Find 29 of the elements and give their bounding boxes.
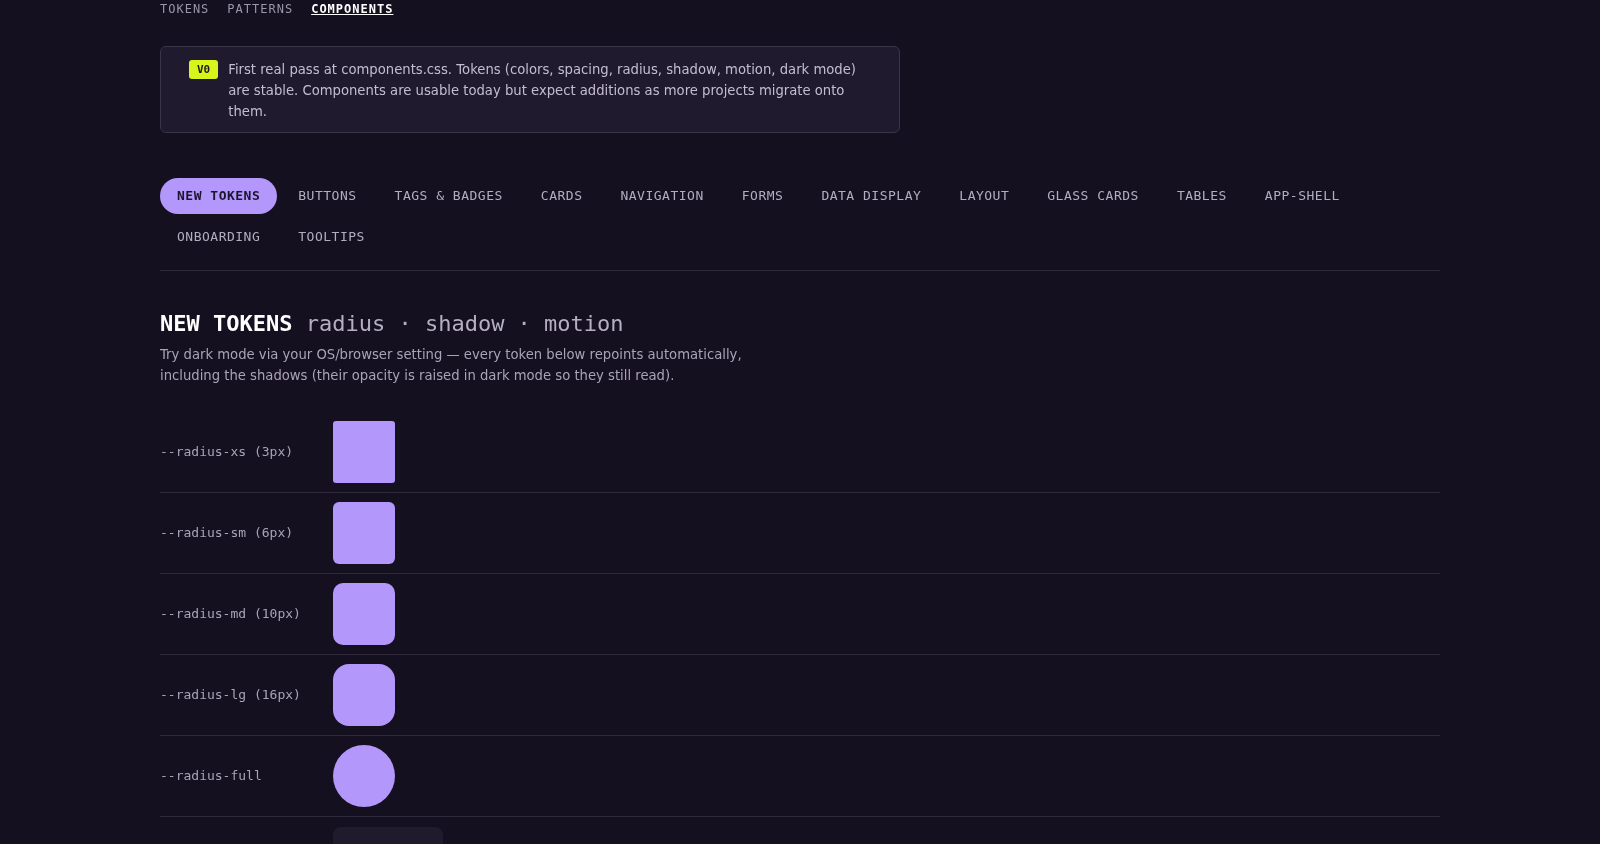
radius-swatch (333, 502, 395, 564)
tab[interactable]: TOOLTIPS (281, 218, 382, 254)
tab[interactable]: NEW TOKENS (160, 178, 278, 214)
tab[interactable]: CARDS (523, 178, 600, 214)
section-description: Try dark mode via your OS/browser setting — every token below repoints automatically, including the shadows (their opacity is raised in dark mode so they still read). (160, 346, 743, 385)
tab[interactable]: LAYOUT (942, 178, 1027, 214)
radius-swatch (333, 664, 395, 726)
nav-link-item[interactable]: COMPONENTS (311, 2, 394, 18)
token-label: --radius-xs (3px) (160, 443, 295, 462)
token-label: --radius-md (10px) (160, 605, 302, 624)
notice-text: First real pass at components.css. Tokens (colors, spacing, radius, shadow, motion, dark mode) are stable. Components are usable today but expect additions as more projects migrate onto them. (228, 61, 857, 121)
tab[interactable]: DATA DISPLAY (804, 178, 939, 214)
radius-swatch (333, 421, 395, 483)
token-label: --radius-full (160, 767, 263, 786)
tab[interactable]: TABLES (1159, 178, 1244, 214)
version-badge: V0 (189, 60, 219, 79)
tab[interactable]: BUTTONS (281, 178, 374, 214)
nav-link-item[interactable]: TOKENS (160, 2, 210, 18)
nav-link-item[interactable]: PATTERNS (227, 2, 294, 18)
tab[interactable]: ONBOARDING (160, 218, 278, 254)
tab[interactable]: FORMS (724, 178, 801, 214)
radius-swatch (333, 583, 395, 645)
token-label: --radius-sm (6px) (160, 524, 295, 543)
section-heading: NEW TOKENS radius · shadow · motion (160, 310, 625, 338)
tab[interactable]: APP-SHELL (1247, 178, 1357, 214)
token-label: --radius-lg (16px) (160, 686, 302, 705)
tab[interactable]: TAGS & BADGES (377, 178, 520, 214)
tab[interactable]: GLASS CARDS (1030, 178, 1156, 214)
tab[interactable]: NAVIGATION (603, 178, 721, 214)
